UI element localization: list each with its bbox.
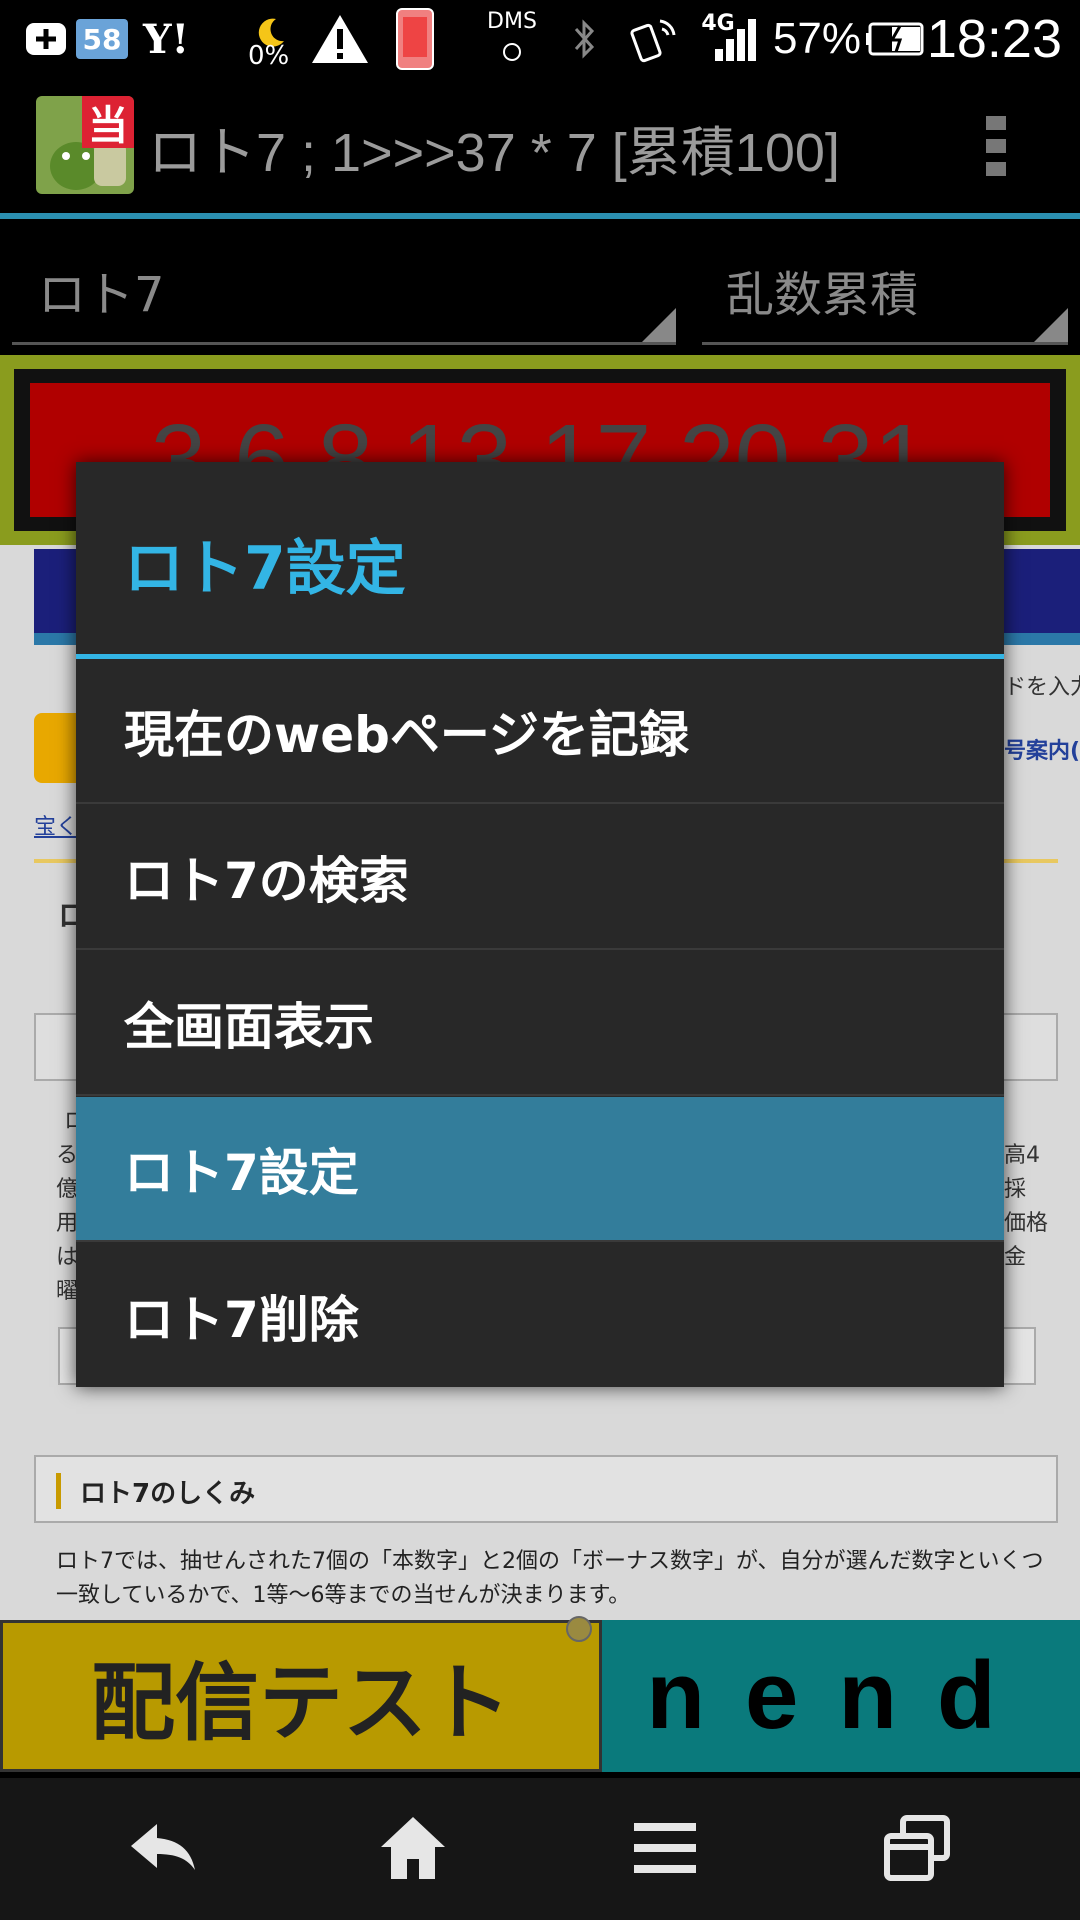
yahoo-icon: Y! [142, 15, 190, 63]
page-title: ロト7 ; 1>>>37 * 7 [累積100] [148, 123, 840, 183]
menu-item-record-webpage[interactable]: 現在のwebページを記録 [76, 659, 1004, 804]
warning-icon [308, 0, 372, 78]
heading-text: ロト7のしくみ [80, 1479, 256, 1509]
signal-icon [712, 0, 758, 78]
weather-percent: 0% [248, 41, 290, 71]
settings-dialog: ロト7設定 現在のwebページを記録 ロト7の検索 全画面表示 ロト7設定 ロト… [76, 462, 1004, 1387]
menu-item-label: ロト7削除 [124, 1290, 359, 1349]
heading-accent-bar [56, 1473, 61, 1509]
ad-right-text: nend [646, 1642, 1036, 1749]
dropdown-triangle-icon [1034, 308, 1068, 342]
app-icon-badge: 当 [82, 96, 134, 149]
web-text-fragment: 高4 [1004, 1143, 1040, 1168]
clock: 18:23 [926, 9, 1062, 69]
menu-item-fullscreen[interactable]: 全画面表示 [76, 951, 1004, 1096]
web-text-fragment: 曜 [56, 1279, 79, 1304]
dialog-title: ロト7設定 [124, 534, 406, 604]
menu-item-settings[interactable]: ロト7設定 [76, 1097, 1004, 1242]
dropdown-triangle-icon [642, 308, 676, 342]
phone-alert-icon [392, 0, 438, 78]
web-search-hint: ドを入力 [1004, 675, 1080, 700]
web-breadcrumb-link[interactable]: 宝く [34, 809, 78, 841]
web-text-fragment: 用 [56, 1211, 79, 1236]
menu-item-label: ロト7の検索 [124, 851, 409, 910]
ad-banner-right[interactable]: nend [602, 1620, 1080, 1772]
status-bar: 58 Y! 0% DMS 4G 57% 18:23 [0, 0, 1080, 78]
web-text-fragment: 採 [1004, 1177, 1027, 1202]
back-icon[interactable] [118, 1808, 208, 1888]
navigation-bar [0, 1778, 1080, 1920]
web-paragraph: ロト7では、抽せんされた7個の「本数字」と2個の「ボーナス数字」が、自分が選んだ… [56, 1549, 1044, 1608]
web-text-fragment: る [56, 1143, 79, 1168]
web-text-fragment: は [56, 1245, 79, 1270]
bluetooth-icon [566, 0, 602, 78]
web-guide-link[interactable]: 号案内( [1004, 733, 1080, 765]
dms-label: DMS [487, 8, 537, 34]
web-text-fragment: 億 [56, 1177, 79, 1202]
menu-item-search[interactable]: ロト7の検索 [76, 805, 1004, 950]
lottery-type-value: ロト7 [38, 267, 165, 323]
ad-left-text: 配信テスト [90, 1652, 511, 1752]
menu-item-label: ロト7設定 [124, 1143, 359, 1202]
menu-icon[interactable] [620, 1808, 710, 1888]
counter-badge: 58 [76, 19, 128, 59]
web-text-fragment: 金 [1004, 1245, 1027, 1270]
battery-percent: 57% [772, 14, 862, 63]
home-icon[interactable] [368, 1808, 458, 1888]
action-bar-divider [0, 213, 1080, 219]
overflow-menu-icon[interactable] [986, 116, 1006, 176]
ad-banner-left[interactable]: 配信テスト [0, 1620, 602, 1772]
recent-apps-icon[interactable] [872, 1808, 962, 1888]
menu-item-label: 現在のwebページを記録 [124, 705, 689, 764]
web-section-heading: ロト7のしくみ [34, 1455, 1058, 1523]
dms-circle-icon [500, 38, 524, 66]
web-text-fragment: 価格 [1004, 1211, 1049, 1236]
action-bar: 当 ロト7 ; 1>>>37 * 7 [累積100] [0, 78, 1080, 213]
battery-charging-icon [864, 0, 928, 78]
menu-item-label: 全画面表示 [124, 997, 374, 1056]
ad-info-icon[interactable] [566, 1616, 592, 1642]
mode-spinner[interactable]: 乱数累積 [702, 225, 1068, 345]
nfc-icon [628, 0, 684, 78]
mode-value: 乱数累積 [726, 267, 919, 323]
plus-notification-icon [24, 0, 68, 78]
app-icon[interactable]: 当 [36, 96, 134, 194]
counter-badge-icon: 58 [74, 0, 130, 78]
menu-item-delete[interactable]: ロト7削除 [76, 1243, 1004, 1388]
lottery-type-spinner[interactable]: ロト7 [12, 225, 676, 345]
